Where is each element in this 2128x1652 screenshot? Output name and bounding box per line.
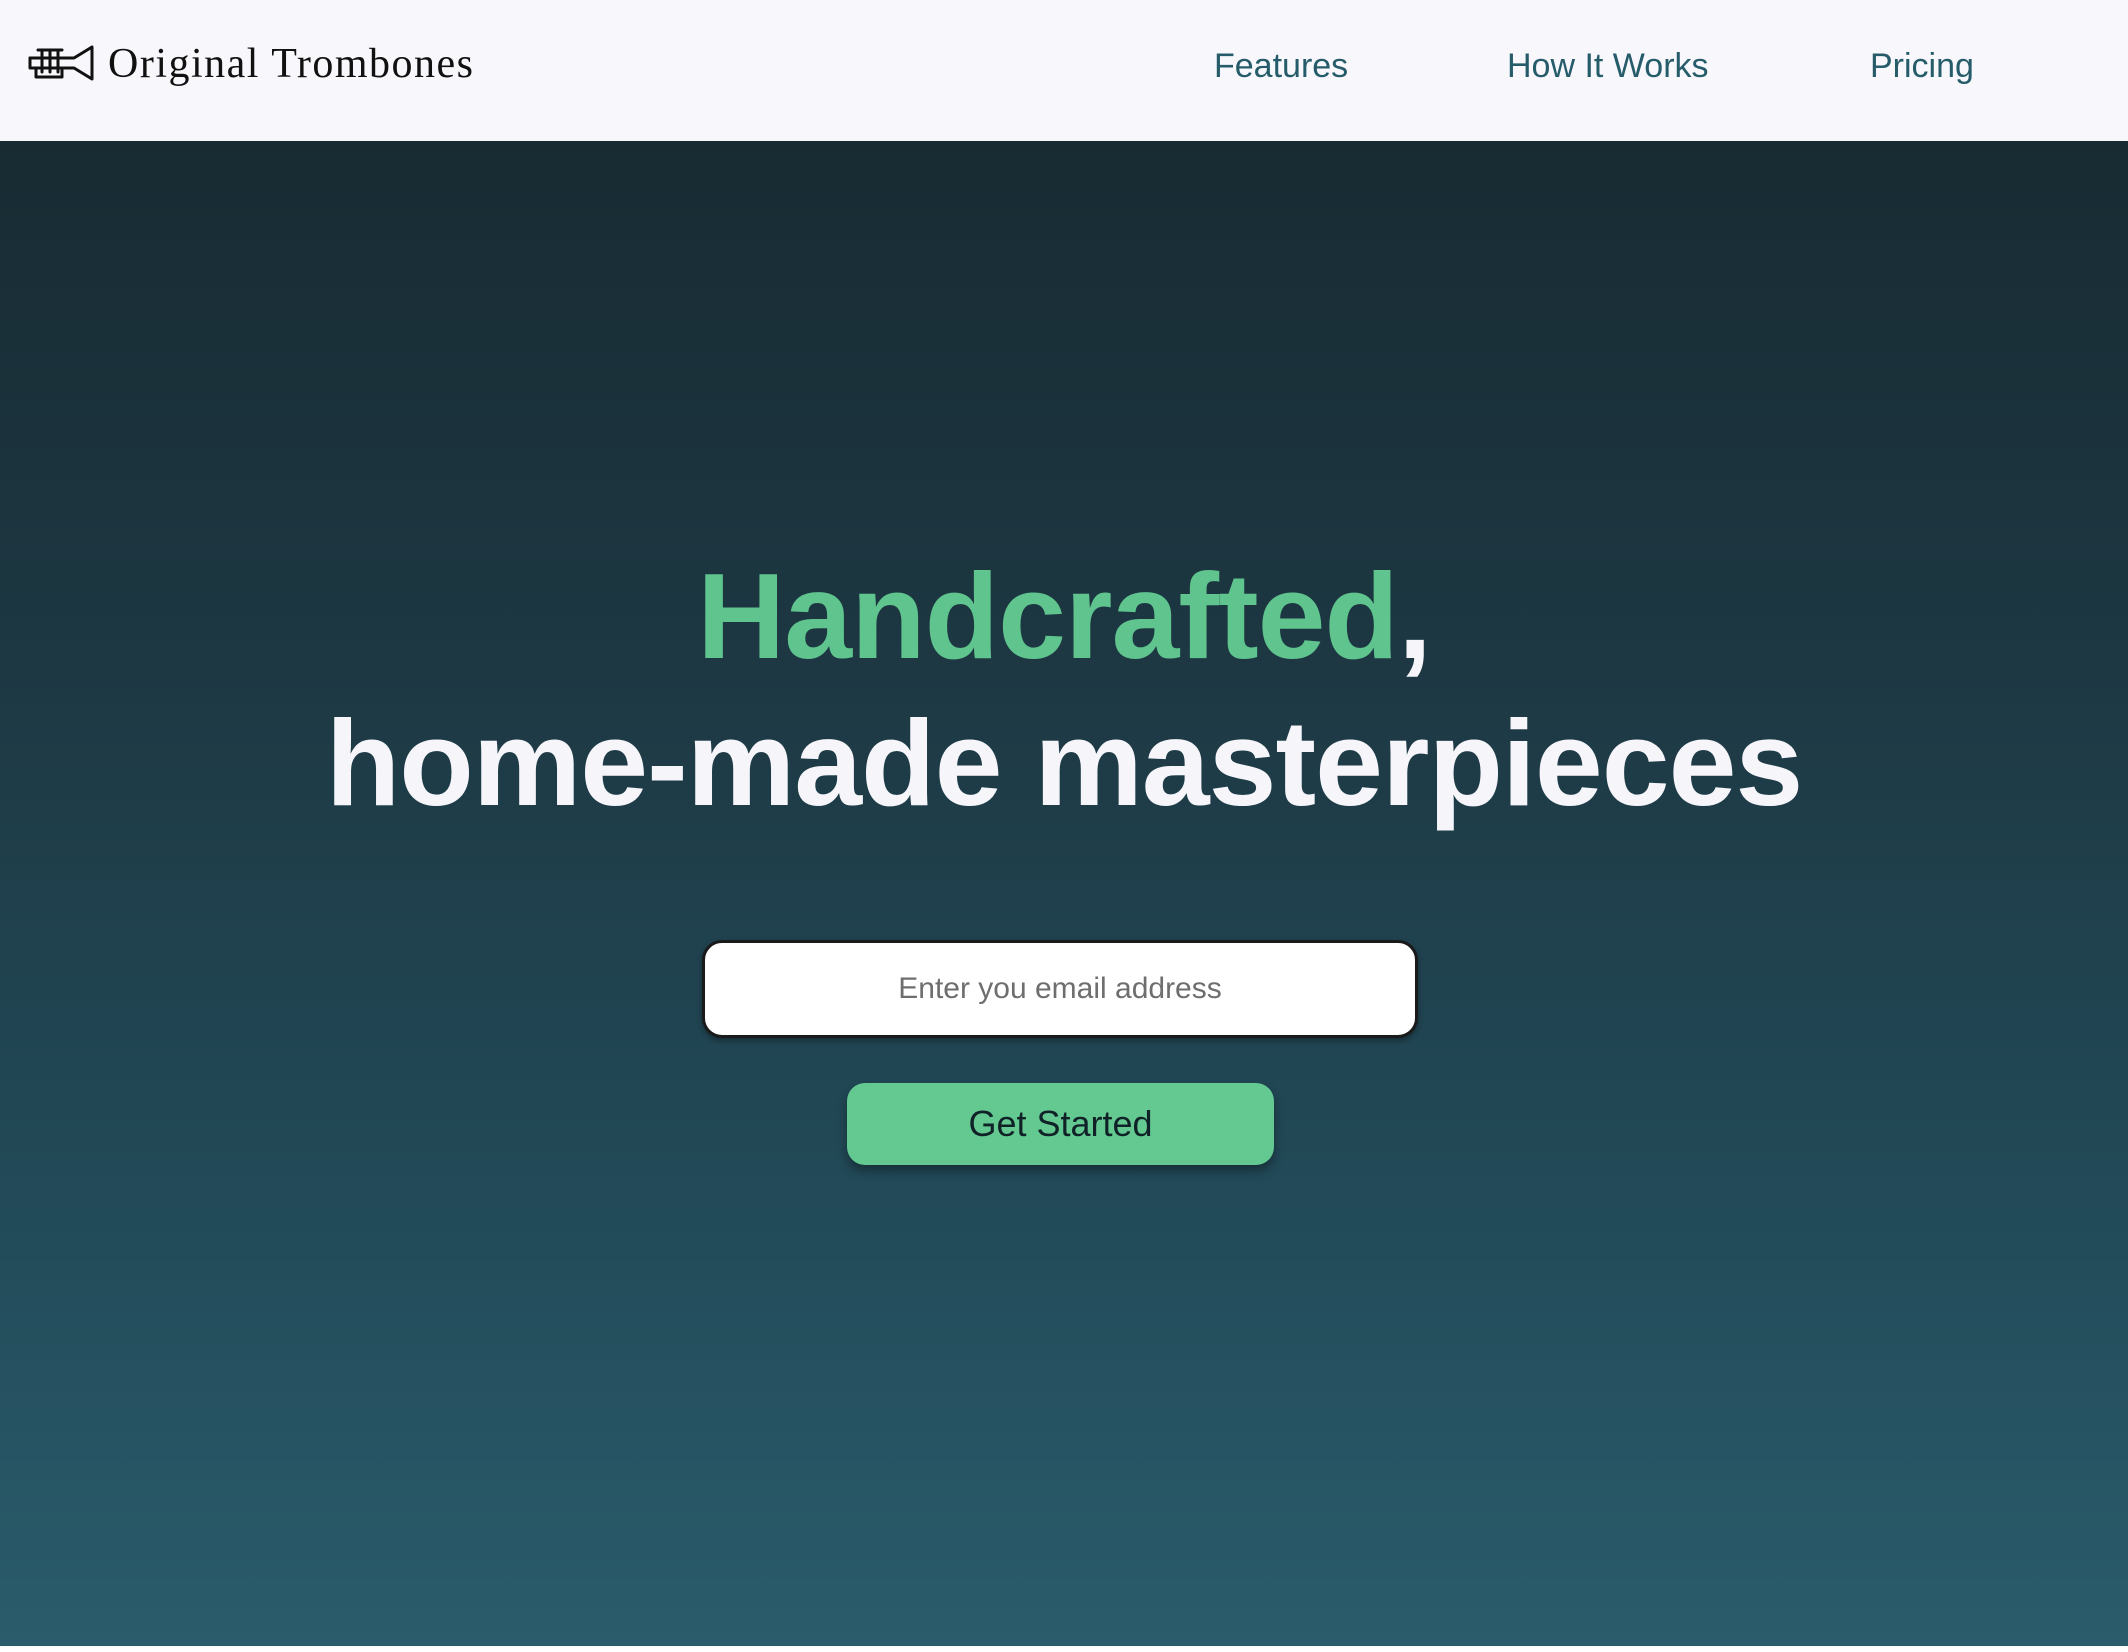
get-started-button[interactable]: Get Started xyxy=(847,1083,1274,1165)
hero-headline-line1: Handcrafted, xyxy=(0,546,2128,686)
page-bottom-edge xyxy=(0,1646,2128,1652)
hero-section xyxy=(0,141,2128,1646)
email-input[interactable] xyxy=(702,940,1418,1038)
brand-logo[interactable]: Original Trombones xyxy=(26,38,475,90)
nav-link-features[interactable]: Features xyxy=(1214,42,1348,90)
nav-link-how-it-works[interactable]: How It Works xyxy=(1507,42,1709,90)
trumpet-icon xyxy=(28,45,94,81)
headline-accent-word: Handcrafted xyxy=(697,548,1399,684)
headline-comma: , xyxy=(1397,548,1432,684)
brand-name: Original Trombones xyxy=(108,41,475,87)
site-header: Original Trombones Features How It Works… xyxy=(0,0,2128,141)
hero-headline-line2: home-made masterpieces xyxy=(325,695,1804,831)
nav-link-pricing[interactable]: Pricing xyxy=(1870,42,1974,90)
